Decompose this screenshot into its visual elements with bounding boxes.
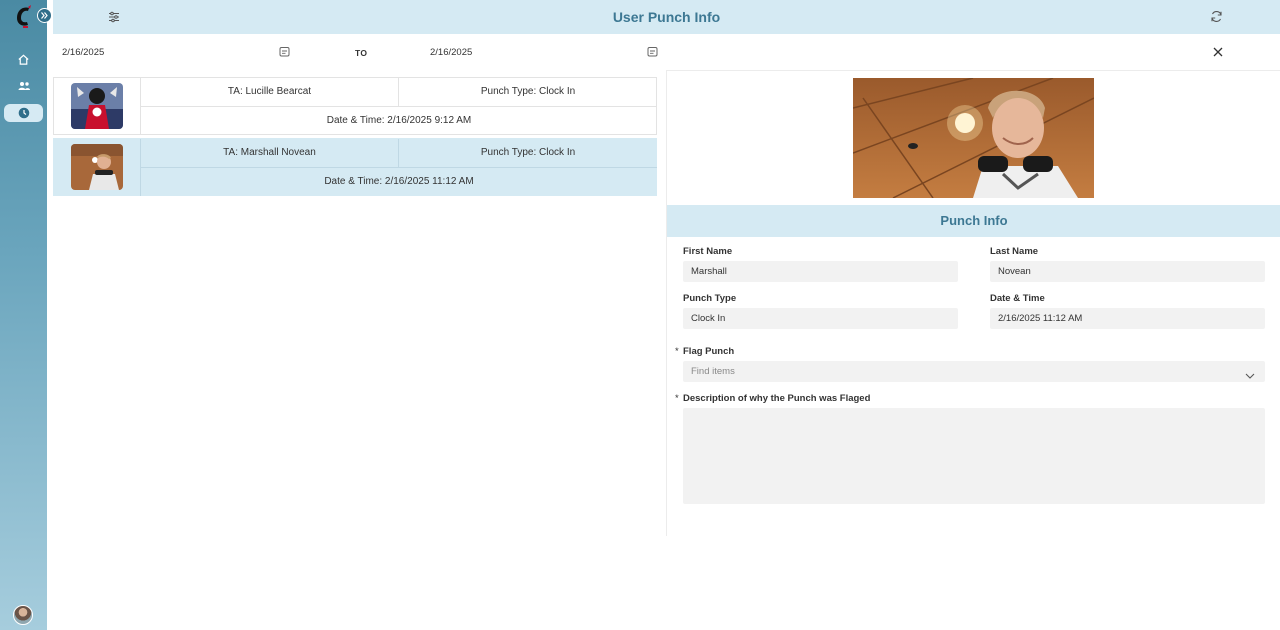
people-icon [18, 82, 30, 90]
header: User Punch Info [53, 0, 1280, 34]
start-date-input[interactable]: 2/16/2025 [62, 47, 104, 58]
punch-photo [853, 78, 1094, 198]
required-marker: * [675, 346, 679, 357]
close-button[interactable] [1212, 46, 1224, 61]
to-label: TO [355, 48, 368, 58]
punch-date-time: Date & Time: 2/16/2025 9:12 AM [140, 107, 657, 135]
page-title: User Punch Info [612, 9, 721, 25]
first-name-label: First Name [683, 246, 733, 257]
punch-row-0[interactable]: TA: Lucille Bearcat Punch Type: Clock In… [53, 77, 657, 135]
flag-punch-dropdown[interactable]: Find items [683, 361, 1265, 382]
first-name-field[interactable]: Marshall [683, 261, 958, 282]
close-icon [1213, 47, 1223, 57]
filter-icon [109, 11, 119, 23]
punch-type: Punch Type: Clock In [399, 139, 657, 168]
date-time-label: Date & Time [990, 293, 1045, 304]
flag-punch-label: Flag Punch [683, 346, 735, 357]
avatar[interactable] [13, 605, 33, 625]
last-name-field[interactable]: Novean [990, 261, 1265, 282]
logo[interactable] [14, 5, 34, 29]
punch-photo-thumbnail [71, 144, 123, 190]
expand-icon [41, 12, 48, 19]
sidebar [0, 0, 47, 630]
end-date-input[interactable]: 2/16/2025 [430, 47, 472, 58]
refresh-icon [1211, 11, 1222, 22]
punch-date-time: Date & Time: 2/16/2025 11:12 AM [140, 168, 657, 196]
refresh-button[interactable] [1210, 10, 1223, 28]
date-range: 2/16/2025 TO 2/16/2025 [53, 42, 1280, 64]
section-title: Punch Info [667, 205, 1280, 237]
calendar-icon [279, 47, 290, 57]
clock-icon [18, 107, 29, 119]
punch-type: Punch Type: Clock In [399, 78, 657, 107]
last-name-label: Last Name [990, 246, 1039, 257]
punch-list: TA: Lucille Bearcat Punch Type: Clock In… [53, 77, 657, 199]
filter-button[interactable] [108, 10, 120, 28]
end-date-picker[interactable] [647, 46, 658, 60]
calendar-icon [647, 47, 658, 57]
nav-punches[interactable] [4, 104, 43, 122]
required-marker: * [675, 393, 679, 404]
punch-type-field[interactable]: Clock In [683, 308, 958, 329]
punch-type-label: Punch Type [683, 293, 737, 304]
date-time-field[interactable]: 2/16/2025 11:12 AM [990, 308, 1265, 329]
punch-ta-name: TA: Marshall Novean [140, 139, 399, 168]
chevron-down-icon[interactable] [1245, 367, 1255, 388]
punch-ta-name: TA: Lucille Bearcat [140, 78, 399, 107]
start-date-picker[interactable] [279, 46, 290, 60]
punch-row-1[interactable]: TA: Marshall Novean Punch Type: Clock In… [53, 138, 657, 196]
description-textarea[interactable] [683, 408, 1265, 504]
nav-people[interactable] [4, 77, 43, 95]
description-label: Description of why the Punch was Flaged [683, 393, 871, 404]
expand-sidebar-button[interactable] [37, 8, 52, 23]
home-icon [18, 54, 29, 65]
nav-home[interactable] [4, 50, 43, 68]
punch-photo-thumbnail [71, 83, 123, 129]
punch-detail-panel: Punch Info First Name Marshall Last Name… [666, 70, 1280, 536]
flag-punch-placeholder: Find items [691, 366, 735, 377]
